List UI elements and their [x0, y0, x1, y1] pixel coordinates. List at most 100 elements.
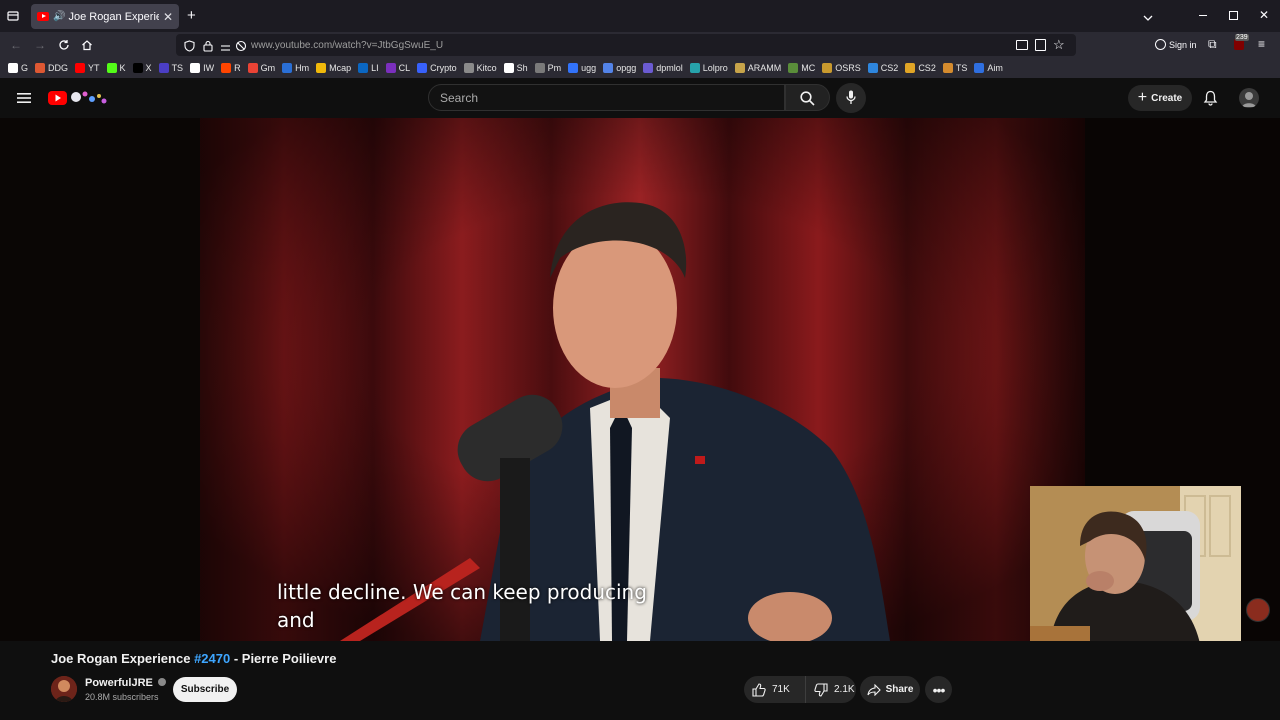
browser-tab-strip: 🔊 Joe Rogan Experience #247 ✕ + ✕ — [0, 0, 1280, 32]
bookmark-label: Mcap — [329, 63, 352, 73]
bookmark-item[interactable]: ugg — [568, 63, 596, 73]
caption-line-1: little decline. We can keep producing — [277, 580, 647, 604]
bookmark-item[interactable]: TS — [942, 63, 967, 73]
dislike-button[interactable]: 2.1K — [806, 676, 855, 703]
autoplay-blocked-icon[interactable] — [235, 39, 247, 57]
youtube-favicon-icon — [37, 12, 49, 21]
account-icon[interactable] — [1155, 39, 1166, 50]
create-button[interactable]: + Create — [1128, 85, 1192, 111]
bookmark-item[interactable]: IW — [190, 63, 214, 73]
bookmark-item[interactable]: CS2 — [867, 63, 899, 73]
tab-close-icon[interactable]: ✕ — [163, 10, 173, 24]
video-player[interactable]: little decline. We can keep producing an… — [0, 118, 1280, 641]
bookmark-item[interactable]: K — [106, 63, 126, 73]
browser-tab-active[interactable]: 🔊 Joe Rogan Experience #247 ✕ — [31, 4, 179, 29]
address-bar[interactable]: www.youtube.com/watch?v=JtbGgSwuE_U ☆ — [176, 34, 1076, 56]
bookmark-item[interactable]: Kitco — [463, 63, 497, 73]
forward-icon[interactable]: → — [34, 38, 46, 52]
bookmark-label: Pm — [547, 63, 562, 73]
streamer-webcam-overlay — [1030, 486, 1241, 641]
bookmark-item[interactable]: LI — [358, 63, 379, 73]
bookmark-label: G — [21, 63, 29, 73]
dislike-count: 2.1K — [834, 684, 855, 695]
chevron-down-icon[interactable] — [1143, 9, 1153, 27]
bookmark-item[interactable]: OSRS — [822, 63, 861, 73]
bookmark-item[interactable]: Aim — [974, 63, 1003, 73]
back-icon[interactable]: ← — [10, 38, 22, 52]
shield-icon[interactable] — [184, 39, 195, 57]
youtube-logo[interactable] — [48, 90, 108, 113]
bookmark-favicon-icon — [603, 63, 614, 73]
more-actions-button[interactable]: ••• — [925, 676, 952, 703]
reader-view-icon[interactable] — [1035, 39, 1046, 51]
menu-icon[interactable]: ≡ — [1258, 37, 1265, 51]
share-button[interactable]: Share — [860, 676, 920, 703]
bookmark-favicon-icon — [358, 63, 369, 73]
bookmark-favicon-icon — [643, 63, 654, 73]
bookmark-item[interactable]: dpmlol — [643, 63, 683, 73]
bookmark-item[interactable]: DDG — [35, 63, 68, 73]
bookmark-item[interactable]: G — [8, 63, 28, 73]
picture-in-picture-icon[interactable] — [1016, 40, 1028, 50]
minimize-icon[interactable] — [1199, 15, 1207, 16]
bookmark-item[interactable]: opgg — [603, 63, 636, 73]
home-icon[interactable] — [81, 38, 93, 56]
bookmark-item[interactable]: R — [221, 63, 241, 73]
bookmark-favicon-icon — [106, 63, 117, 73]
ublock-count-badge: 239 — [1235, 34, 1249, 41]
search-placeholder: Search — [440, 90, 479, 105]
reload-icon[interactable] — [58, 38, 70, 56]
notifications-bell-icon[interactable] — [1203, 90, 1218, 111]
bookmark-item[interactable]: ARAMM — [734, 63, 781, 73]
verified-badge-icon — [157, 678, 166, 686]
new-tab-icon[interactable]: + — [187, 7, 196, 24]
bookmark-label: LI — [371, 63, 379, 73]
lock-icon[interactable] — [203, 39, 213, 57]
subscribe-button[interactable]: Subscribe — [173, 677, 237, 702]
bookmark-item[interactable]: Pm — [534, 63, 562, 73]
bookmark-label: Hm — [295, 63, 310, 73]
bookmark-item[interactable]: MC — [788, 63, 815, 73]
tab-list-icon[interactable] — [7, 9, 19, 21]
bookmark-item[interactable]: Sh — [503, 63, 528, 73]
permissions-icon[interactable] — [220, 40, 231, 58]
restore-icon[interactable] — [1229, 11, 1238, 20]
bookmark-item[interactable]: YT — [75, 63, 100, 73]
bookmark-favicon-icon — [282, 63, 293, 73]
video-title-prefix: Joe Rogan Experience — [51, 651, 195, 666]
bookmark-item[interactable]: Lolpro — [689, 63, 728, 73]
user-avatar[interactable] — [1239, 88, 1259, 108]
close-window-icon[interactable]: ✕ — [1259, 8, 1269, 22]
youtube-header: Search + Create — [0, 78, 1280, 118]
sign-in-button[interactable]: Sign in — [1169, 40, 1197, 50]
channel-watermark-icon[interactable] — [1246, 598, 1270, 622]
bookmark-favicon-icon — [942, 63, 953, 73]
bookmark-item[interactable]: TS — [158, 63, 183, 73]
bookmark-item[interactable]: CS2 — [905, 63, 936, 73]
share-icon — [867, 683, 881, 696]
search-button[interactable] — [785, 84, 830, 111]
voice-search-button[interactable] — [836, 83, 866, 113]
bookmark-favicon-icon — [417, 63, 428, 73]
bookmark-item[interactable]: Mcap — [316, 63, 351, 73]
speaker-icon[interactable]: 🔊 — [53, 11, 65, 22]
bookmark-item[interactable]: Hm — [282, 63, 309, 73]
bookmark-label: opgg — [616, 63, 637, 73]
bookmark-star-icon[interactable]: ☆ — [1053, 37, 1065, 53]
bookmark-label: CS2 — [880, 63, 899, 73]
bookmark-favicon-icon — [867, 63, 878, 73]
bookmark-item[interactable]: CL — [385, 63, 411, 73]
bookmark-item[interactable]: Crypto — [417, 63, 457, 73]
bookmark-item[interactable]: X — [132, 63, 152, 73]
bookmark-item[interactable]: Gm — [247, 63, 275, 73]
video-title-hashtag[interactable]: #2470 — [194, 651, 230, 666]
channel-name[interactable]: PowerfulJRE — [85, 677, 166, 689]
bookmark-label: CL — [398, 63, 411, 73]
bookmark-label: Aim — [987, 63, 1003, 73]
extensions-icon[interactable]: ⧉ — [1208, 37, 1217, 52]
hamburger-menu-icon[interactable] — [17, 91, 31, 109]
like-button[interactable]: 71K — [744, 676, 806, 703]
channel-avatar[interactable] — [51, 676, 77, 702]
bookmark-favicon-icon — [385, 63, 396, 73]
search-input[interactable]: Search — [428, 84, 785, 111]
